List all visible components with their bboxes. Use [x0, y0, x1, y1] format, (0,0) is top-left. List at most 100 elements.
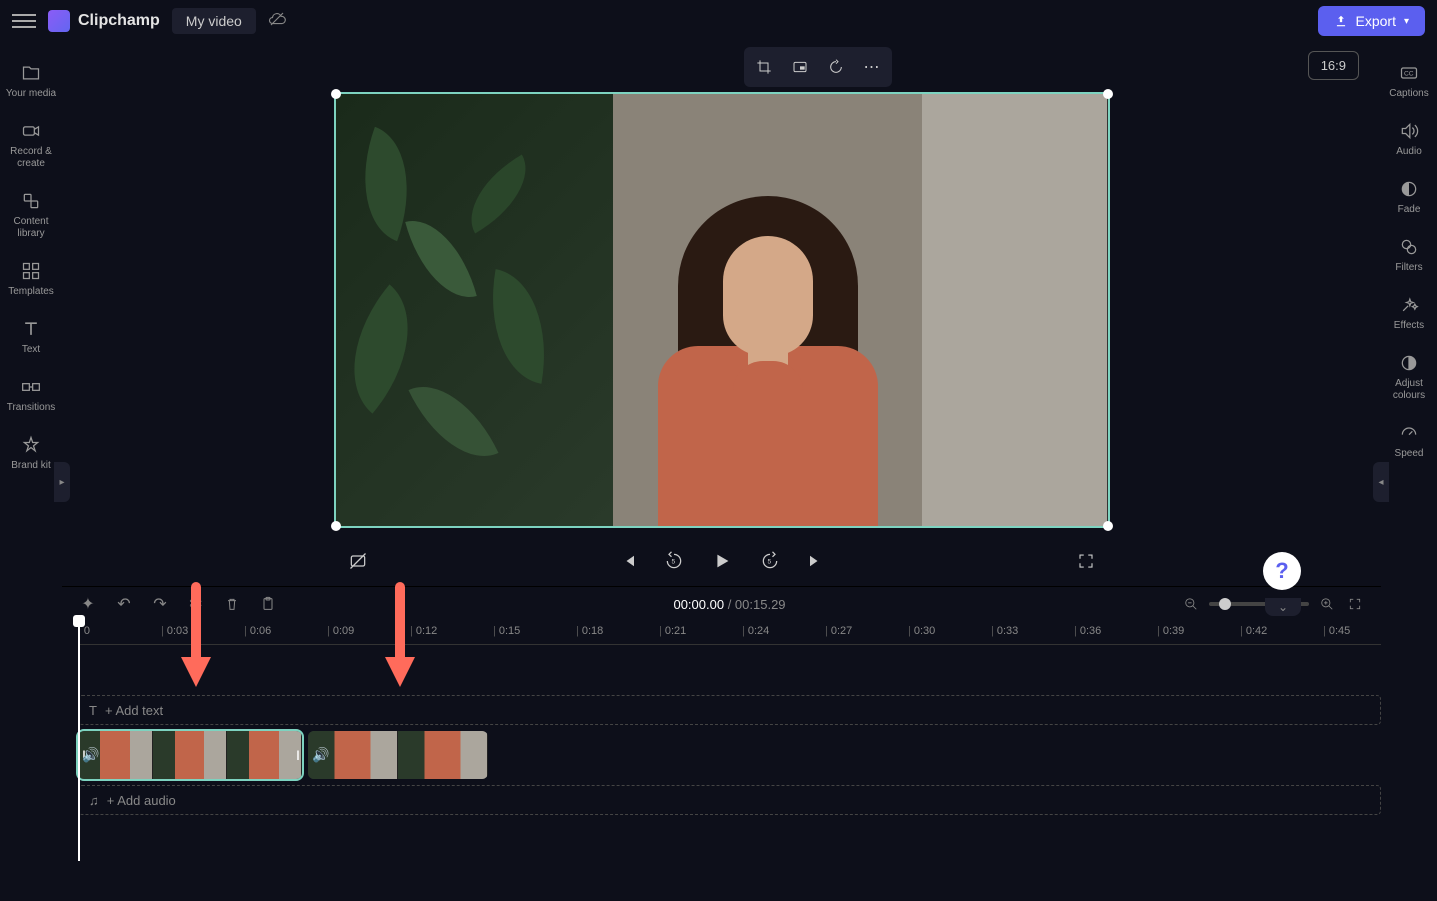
svg-text:5: 5: [671, 559, 675, 566]
preview-toolbar: ⋯ 16:9: [62, 42, 1381, 92]
sidebar-item-text[interactable]: Text: [0, 310, 62, 364]
sidebar-item-your-media[interactable]: Your media: [0, 54, 62, 108]
remove-background-button[interactable]: [344, 547, 372, 575]
expand-timeline-button[interactable]: ⌄: [1265, 598, 1301, 616]
timeline-playhead[interactable]: [78, 621, 80, 861]
chevron-down-icon: ▾: [1404, 16, 1409, 27]
ruler-tick: 0:09: [327, 625, 354, 637]
magic-button[interactable]: ✦: [78, 594, 98, 614]
timeline-ruler[interactable]: 00:030:060:090:120:150:180:210:240:270:3…: [78, 621, 1381, 645]
svg-text:CC: CC: [1404, 71, 1414, 78]
filters-icon: [1398, 236, 1420, 258]
sidebar-item-transitions[interactable]: Transitions: [0, 368, 62, 422]
audio-track[interactable]: ♫ + Add audio: [78, 785, 1381, 815]
sidebar-item-audio[interactable]: Audio: [1381, 112, 1437, 166]
more-options-button[interactable]: ⋯: [856, 51, 888, 83]
cloud-sync-icon[interactable]: [268, 10, 286, 33]
ruler-tick: 0:18: [576, 625, 603, 637]
export-button[interactable]: Export ▾: [1318, 6, 1426, 36]
text-track-placeholder: + Add text: [105, 703, 163, 718]
undo-button[interactable]: ↶: [114, 594, 134, 614]
brandkit-icon: [20, 434, 42, 456]
skip-back-button[interactable]: [614, 547, 642, 575]
paste-button[interactable]: [258, 594, 278, 614]
timeline-tracks: T + Add text || 🔊 || 🔊: [78, 645, 1381, 815]
ruler-tick: 0:15: [493, 625, 520, 637]
app-name: Clipchamp: [78, 12, 160, 30]
clip-audio-icon[interactable]: 🔊: [312, 747, 329, 764]
camera-icon: [20, 120, 42, 142]
text-track-icon: T: [89, 703, 97, 718]
right-sidebar: CC Captions Audio Fade Filters Effects A…: [1381, 42, 1437, 901]
forward-5s-button[interactable]: 5: [756, 547, 784, 575]
ruler-tick: 0:36: [1074, 625, 1101, 637]
sidebar-item-captions[interactable]: CC Captions: [1381, 54, 1437, 108]
export-label: Export: [1356, 13, 1396, 29]
transitions-icon: [20, 376, 42, 398]
text-icon: [20, 318, 42, 340]
library-icon: [20, 190, 42, 212]
project-name-input[interactable]: My video: [172, 8, 256, 34]
left-sidebar: Your media Record & create Content libra…: [0, 42, 62, 901]
sidebar-item-brand-kit[interactable]: Brand kit: [0, 426, 62, 480]
preview-frame: [336, 94, 1108, 526]
resize-handle-top-right[interactable]: [1103, 89, 1113, 99]
hamburger-menu-icon[interactable]: [12, 9, 36, 33]
sidebar-item-effects[interactable]: Effects: [1381, 286, 1437, 340]
zoom-slider-handle[interactable]: [1219, 598, 1231, 610]
video-track: || 🔊 || 🔊: [78, 731, 1381, 779]
video-preview[interactable]: [334, 92, 1110, 528]
resize-handle-bottom-right[interactable]: [1103, 521, 1113, 531]
rotate-button[interactable]: [820, 51, 852, 83]
video-clip-1[interactable]: || 🔊 ||: [78, 731, 302, 779]
effects-icon: [1398, 294, 1420, 316]
timeline-toolbar: ✦ ↶ ↷ ✂ 00:00.00 / 00:15.29: [62, 587, 1381, 621]
upload-icon: [1334, 14, 1348, 28]
playback-controls: 5 5: [334, 536, 1110, 586]
timeline-section: ✦ ↶ ↷ ✂ 00:00.00 / 00:15.29 00:030:0: [62, 586, 1381, 891]
skip-forward-button[interactable]: [802, 547, 830, 575]
zoom-out-button[interactable]: [1181, 594, 1201, 614]
zoom-in-button[interactable]: [1317, 594, 1337, 614]
resize-handle-top-left[interactable]: [331, 89, 341, 99]
sidebar-item-filters[interactable]: Filters: [1381, 228, 1437, 282]
instructional-arrow-2: [380, 582, 420, 692]
collapse-right-sidebar-button[interactable]: ◂: [1373, 462, 1389, 502]
sidebar-item-templates[interactable]: Templates: [0, 252, 62, 306]
picture-in-picture-button[interactable]: [784, 51, 816, 83]
app-header: Clipchamp My video Export ▾: [0, 0, 1437, 42]
instructional-arrow-1: [176, 582, 216, 692]
ruler-tick: 0:24: [742, 625, 769, 637]
play-button[interactable]: [706, 545, 738, 577]
clip-audio-icon[interactable]: 🔊: [82, 747, 99, 764]
video-clip-2[interactable]: 🔊: [308, 731, 488, 779]
sidebar-item-adjust-colours[interactable]: Adjust colours: [1381, 344, 1437, 410]
rewind-5s-button[interactable]: 5: [660, 547, 688, 575]
cc-icon: CC: [1398, 62, 1420, 84]
logo-icon: [48, 10, 70, 32]
redo-button[interactable]: ↷: [150, 594, 170, 614]
resize-handle-bottom-left[interactable]: [331, 521, 341, 531]
fade-icon: [1398, 178, 1420, 200]
sidebar-item-record-create[interactable]: Record & create: [0, 112, 62, 178]
speed-icon: [1398, 422, 1420, 444]
crop-button[interactable]: [748, 51, 780, 83]
ruler-tick: 0:21: [659, 625, 686, 637]
clip-trim-right[interactable]: ||: [292, 731, 302, 779]
ruler-tick: 0:27: [825, 625, 852, 637]
folder-icon: [20, 62, 42, 84]
fit-zoom-button[interactable]: [1345, 594, 1365, 614]
help-button[interactable]: ?: [1263, 552, 1301, 590]
ruler-tick: 0:39: [1157, 625, 1184, 637]
fullscreen-button[interactable]: [1072, 547, 1100, 575]
sidebar-item-content-library[interactable]: Content library: [0, 182, 62, 248]
aspect-ratio-button[interactable]: 16:9: [1308, 51, 1359, 80]
svg-text:5: 5: [767, 559, 771, 566]
text-track[interactable]: T + Add text: [78, 695, 1381, 725]
templates-icon: [20, 260, 42, 282]
sidebar-item-fade[interactable]: Fade: [1381, 170, 1437, 224]
delete-button[interactable]: [222, 594, 242, 614]
ruler-tick: 0:33: [991, 625, 1018, 637]
app-logo[interactable]: Clipchamp: [48, 10, 160, 32]
sidebar-item-speed[interactable]: Speed: [1381, 414, 1437, 468]
